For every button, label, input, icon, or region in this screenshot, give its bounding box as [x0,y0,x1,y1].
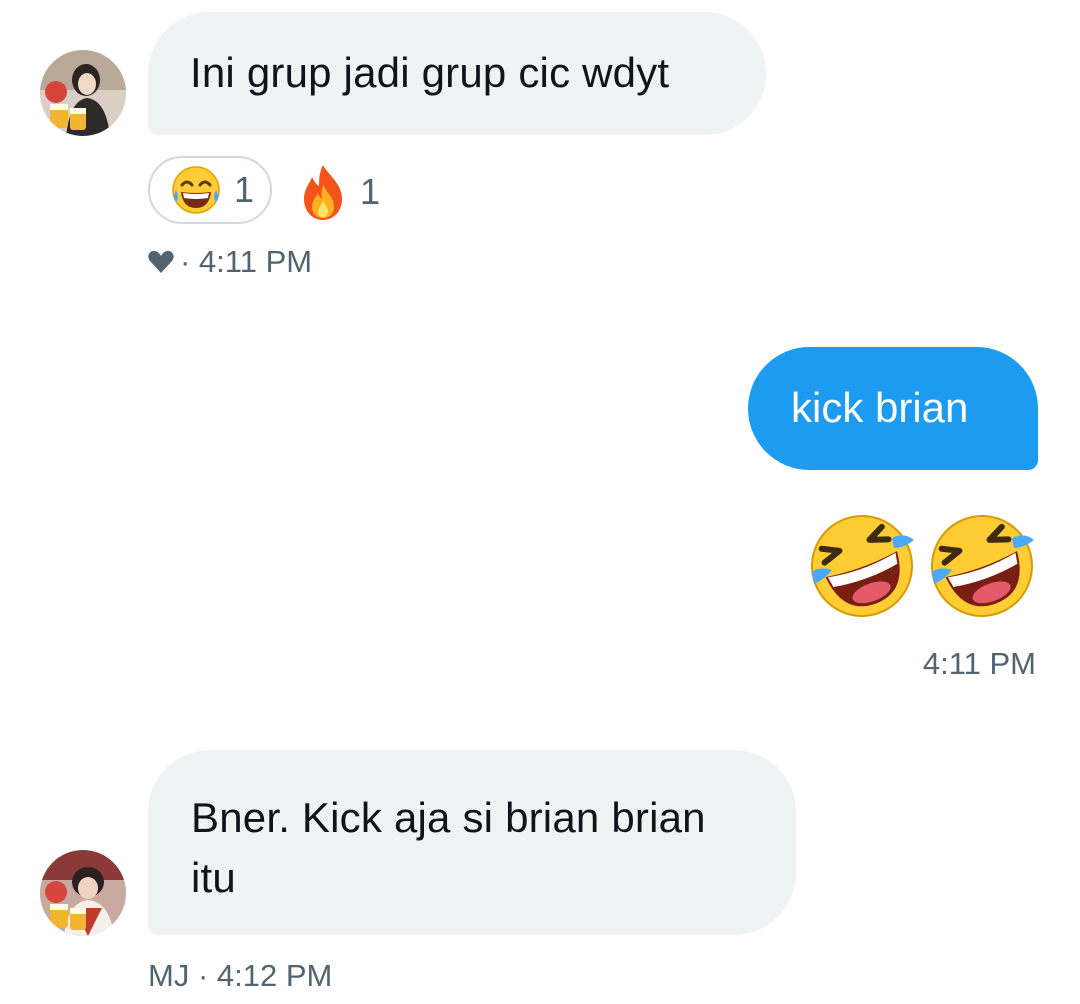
message-time: · 4:12 PM [197,958,333,993]
message-time: · 4:11 PM [180,244,313,279]
message-bubble-incoming[interactable]: Bner. Kick aja si brian brian itu [148,750,796,935]
message-bubble-outgoing[interactable]: kick brian [748,347,1038,470]
message-text: Bner. Kick aja si brian brian itu [191,794,706,901]
message-meta: MJ · 4:12 PM [148,958,332,994]
reaction-fire[interactable]: 1 [298,162,380,222]
rofl-emoji [811,515,914,617]
message-time: 4:11 PM [922,646,1036,681]
reaction-count: 1 [234,169,255,210]
reaction-laugh[interactable]: 1 [148,156,272,224]
avatar-image [40,850,126,936]
message-bubble-incoming[interactable]: Ini grup jadi grup cic wdyt [148,12,766,135]
avatar-image [40,50,126,136]
message-text: kick brian [791,384,969,431]
message-meta: · 4:11 PM [148,244,312,280]
heart-icon [148,250,174,273]
emoji-message[interactable] [806,510,1042,622]
sender-avatar[interactable] [40,850,126,936]
sender-name[interactable]: MJ [148,958,189,993]
fire-emoji [304,165,342,220]
reaction-count: 1 [360,171,381,212]
message-text: Ini grup jadi grup cic wdyt [190,49,670,96]
sender-avatar[interactable] [40,50,126,136]
grinning-sweat-emoji [172,166,220,214]
rofl-emoji [931,515,1034,617]
